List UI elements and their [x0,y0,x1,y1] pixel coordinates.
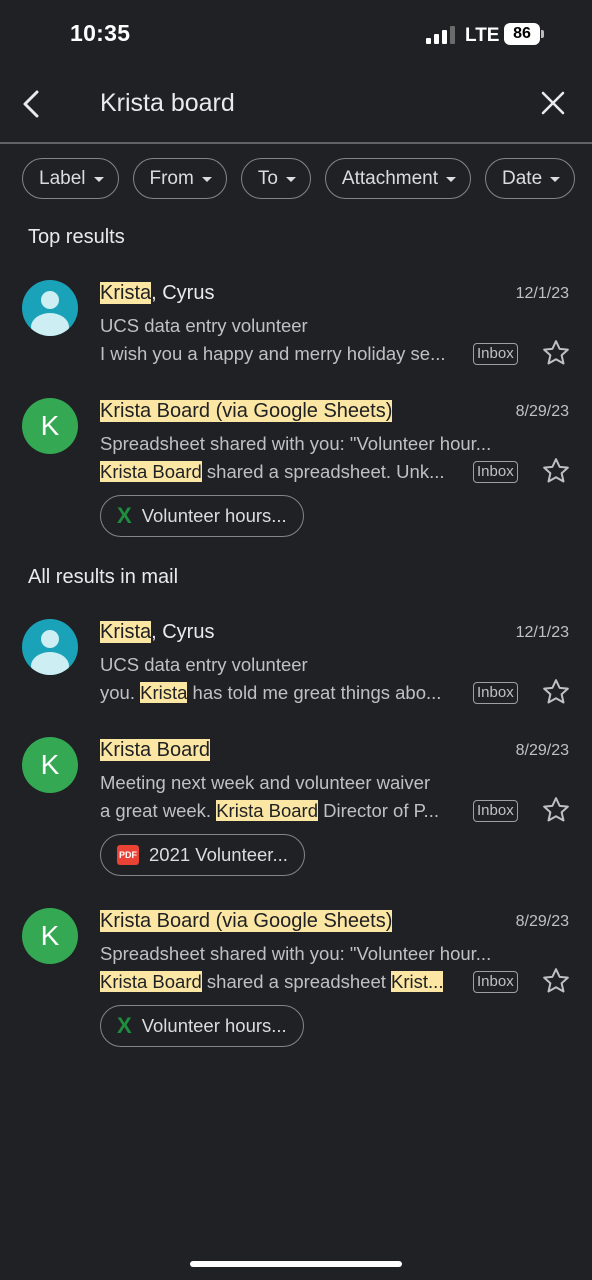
back-arrow-icon[interactable] [18,88,46,120]
chip-label: From [149,167,194,189]
email-snippet: I wish you a happy and merry holiday se.… [100,343,470,365]
battery-level: 86 [513,25,531,42]
email-snippet: Krista Board shared a spreadsheet. Unk..… [100,461,470,483]
sender-text: , Cyrus [151,282,215,304]
highlight: Krista [100,621,152,643]
inbox-badge: Inbox [473,682,518,704]
filter-label-chip[interactable]: Label [22,158,119,199]
snippet-text: has told me great things abo... [187,682,442,703]
inbox-badge: Inbox [473,800,518,822]
star-icon[interactable] [541,338,571,368]
email-subject: Spreadsheet shared with you: "Volunteer … [100,943,492,964]
battery-icon: 86 [504,23,544,45]
section-heading-top-results: Top results [28,226,125,248]
email-snippet: Krista Board shared a spreadsheet Krist.… [100,971,470,993]
highlight: Krista Board [100,739,211,761]
inbox-badge: Inbox [473,343,518,365]
chip-label: Date [502,167,543,189]
email-snippet: a great week. Krista Board Director of P… [100,800,470,822]
chevron-down-icon [285,177,296,182]
filter-to-chip[interactable]: To [240,158,311,199]
inbox-badge: Inbox [473,461,518,483]
filter-date-chip[interactable]: Date [485,158,576,199]
attachment-label: Volunteer hours... [141,1015,287,1036]
email-sender: Krista Board [100,739,211,762]
search-query[interactable]: Krista board [100,89,235,118]
chip-label: Attachment [341,167,439,189]
chevron-down-icon [93,177,104,182]
email-snippet: you. Krista has told me great things abo… [100,682,470,704]
email-sender: Krista, Cyrus [100,621,214,644]
star-icon[interactable] [541,677,571,707]
email-date: 8/29/23 [515,742,569,759]
sender-text: , Cyrus [151,621,215,643]
snippet-text: a great week. [100,800,217,821]
email-sender: Krista Board (via Google Sheets) [100,910,393,933]
attachment-chip[interactable]: X Volunteer hours... [100,495,304,537]
home-indicator[interactable] [190,1261,402,1267]
email-date: 12/1/23 [515,285,569,302]
avatar: K [22,737,78,793]
sheets-icon: X [117,1013,132,1038]
avatar: K [22,398,78,454]
email-date: 8/29/23 [515,403,569,420]
chevron-down-icon [201,177,212,182]
chevron-down-icon [550,177,561,182]
highlight: Krista Board [100,971,202,992]
section-heading-all-results: All results in mail [28,566,179,588]
highlight: Krist... [391,971,444,992]
attachment-chip[interactable]: X Volunteer hours... [100,1005,304,1047]
snippet-text: you. [100,682,141,703]
filter-chips: Label From To Attachment Date [22,158,576,199]
email-subject: Spreadsheet shared with you: "Volunteer … [100,433,492,454]
email-row[interactable]: K Krista Board (via Google Sheets) 8/29/… [0,908,592,1048]
highlight: Krista Board (via Google Sheets) [100,910,393,932]
highlight: Krista [140,682,188,703]
attachment-label: 2021 Volunteer... [149,844,288,865]
highlight: Krista Board (via Google Sheets) [100,400,393,422]
highlight: Krista [100,282,152,304]
snippet-text: shared a spreadsheet. Unk... [201,461,445,482]
signal-icon [426,26,455,44]
email-sender: Krista Board (via Google Sheets) [100,400,393,423]
avatar [22,280,78,336]
snippet-text: I wish you a happy and merry holiday se.… [100,343,446,364]
email-row[interactable]: K Krista Board 8/29/23 Meeting next week… [0,737,592,877]
sheets-icon: X [117,503,132,528]
status-time: 10:35 [70,20,131,46]
chip-label: To [257,167,278,189]
email-row[interactable]: Krista, Cyrus 12/1/23 UCS data entry vol… [0,619,592,719]
highlight: Krista Board [100,461,202,482]
attachment-label: Volunteer hours... [141,505,287,526]
email-row[interactable]: Krista, Cyrus 12/1/23 UCS data entry vol… [0,280,592,380]
star-icon[interactable] [541,795,571,825]
person-icon [41,291,59,309]
star-icon[interactable] [541,966,571,996]
snippet-text: shared a spreadsheet [201,971,392,992]
header-divider [0,142,592,144]
email-subject: UCS data entry volunteer [100,315,308,336]
filter-attachment-chip[interactable]: Attachment [324,158,472,199]
email-date: 12/1/23 [515,624,569,641]
pdf-icon: PDF [117,845,139,865]
email-date: 8/29/23 [515,913,569,930]
close-icon[interactable] [540,90,566,116]
avatar: K [22,908,78,964]
star-icon[interactable] [541,456,571,486]
person-icon [41,630,59,648]
attachment-chip[interactable]: PDF 2021 Volunteer... [100,834,305,876]
email-row[interactable]: K Krista Board (via Google Sheets) 8/29/… [0,398,592,538]
email-subject: UCS data entry volunteer [100,654,308,675]
email-sender: Krista, Cyrus [100,282,214,305]
avatar [22,619,78,675]
highlight: Krista Board [216,800,318,821]
chevron-down-icon [446,177,457,182]
network-label: LTE [465,25,500,46]
filter-from-chip[interactable]: From [132,158,227,199]
chip-label: Label [39,167,86,189]
inbox-badge: Inbox [473,971,518,993]
email-subject: Meeting next week and volunteer waiver [100,772,431,793]
snippet-text: Director of P... [318,800,439,821]
